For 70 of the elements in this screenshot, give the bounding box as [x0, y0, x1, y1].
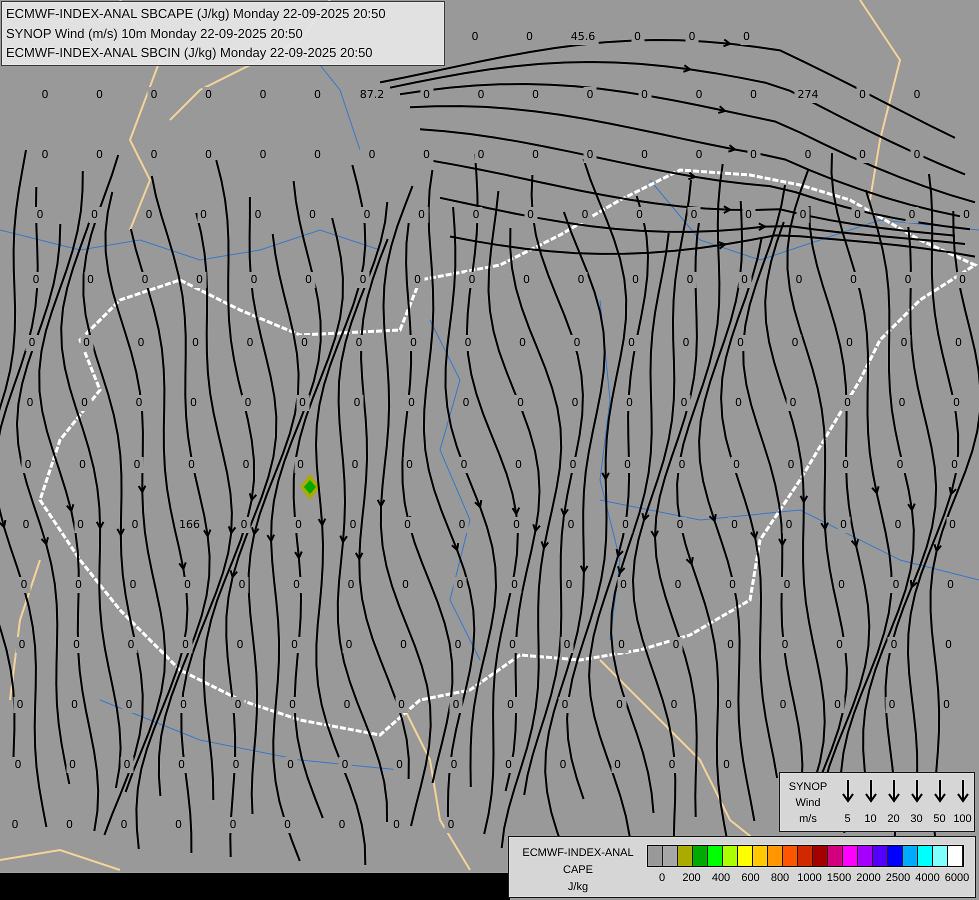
cape-value: 0 [401, 517, 414, 533]
scale-label: 400 [712, 872, 730, 884]
down-arrow-icon [864, 779, 876, 803]
cape-value: 0 [578, 207, 592, 223]
cape-value: 0 [841, 395, 854, 411]
scale-label: 4000 [915, 872, 940, 884]
cape-value: 0 [686, 29, 698, 45]
down-arrow-icon [934, 779, 946, 803]
cape-value: 0 [560, 637, 574, 653]
down-arrow-icon [956, 779, 968, 803]
cape-value: 0 [450, 697, 462, 713]
cape-value: 0 [851, 207, 864, 223]
layer-title: SYNOP Wind (m/s) 10m Monday 22-09-2025 20:50 [6, 24, 304, 43]
speed-label: 20 [887, 813, 900, 825]
scale-label: 6000 [944, 872, 970, 884]
legend-label: J/kg [566, 880, 590, 895]
legend-label: ECMWF-INDEX-ANAL [521, 846, 635, 861]
cape-value: 0 [356, 272, 370, 288]
cape-value: 0 [631, 29, 644, 45]
cape-value: 0 [193, 272, 206, 288]
cape-value: 0 [670, 637, 682, 653]
speed-label: 5 [844, 813, 851, 825]
scale-label: 2500 [886, 872, 910, 884]
legend-label: CAPE [562, 863, 594, 878]
down-arrow-icon [842, 779, 854, 803]
cape-value: 0 [232, 697, 244, 713]
cape-value: 0 [615, 637, 628, 653]
down-arrow-icon [910, 779, 922, 803]
scale-label: 600 [741, 872, 760, 884]
speed-label: 30 [910, 813, 923, 825]
cape-value: 0 [18, 577, 30, 593]
scale-label: 800 [770, 872, 790, 884]
cape-value: 0 [796, 207, 810, 223]
cape-value: 0 [395, 697, 408, 713]
cape-value: 0 [856, 147, 869, 163]
cape-value: 0 [122, 697, 136, 713]
cape-value: 0 [179, 637, 192, 653]
cape-value: 0 [742, 207, 755, 223]
cape-value: 0 [956, 272, 969, 288]
cape-value: 0 [524, 207, 537, 223]
cape-value: 0 [78, 395, 91, 411]
legend-label: m/s [798, 812, 818, 827]
scale-label: 2000 [856, 872, 881, 884]
scale-label: 200 [682, 872, 701, 884]
cape-value: 0 [458, 457, 470, 473]
cape-value: 0 [26, 335, 38, 351]
speed-label: 10 [864, 813, 877, 825]
cape-value: 0 [338, 757, 352, 773]
scale-label: 0 [658, 872, 666, 884]
layer-title: ECMWF-INDEX-ANAL SBCAPE (J/kg) Monday 22-09-2025 20:50 [6, 5, 387, 23]
cape-value: 0 [688, 207, 700, 223]
cape-value: 0 [80, 335, 93, 351]
cape-value: 0 [558, 697, 572, 713]
cape-value: 0 [138, 272, 152, 288]
cape-value: 0 [120, 757, 134, 773]
cape-value: 0 [738, 272, 751, 288]
cape-value: 0 [584, 147, 596, 163]
scale-label: 1500 [826, 872, 852, 884]
layer-title: ECMWF-INDEX-ANAL SBCIN (J/kg) Monday 22-09-2025 20:50 [6, 44, 374, 62]
down-arrow-icon [888, 779, 900, 803]
cape-value: 0 [296, 395, 309, 411]
cape-value: 0 [837, 517, 850, 533]
cape-value: 45.6 [568, 29, 598, 45]
cape-value: 0 [88, 207, 101, 223]
speed-label: 50 [933, 813, 946, 825]
cape-value: 0 [906, 207, 918, 223]
legend-label: Wind [794, 796, 822, 811]
scale-label: 1000 [797, 872, 822, 884]
speed-label: 100 [953, 813, 972, 825]
legend-label: SYNOP [788, 780, 828, 795]
